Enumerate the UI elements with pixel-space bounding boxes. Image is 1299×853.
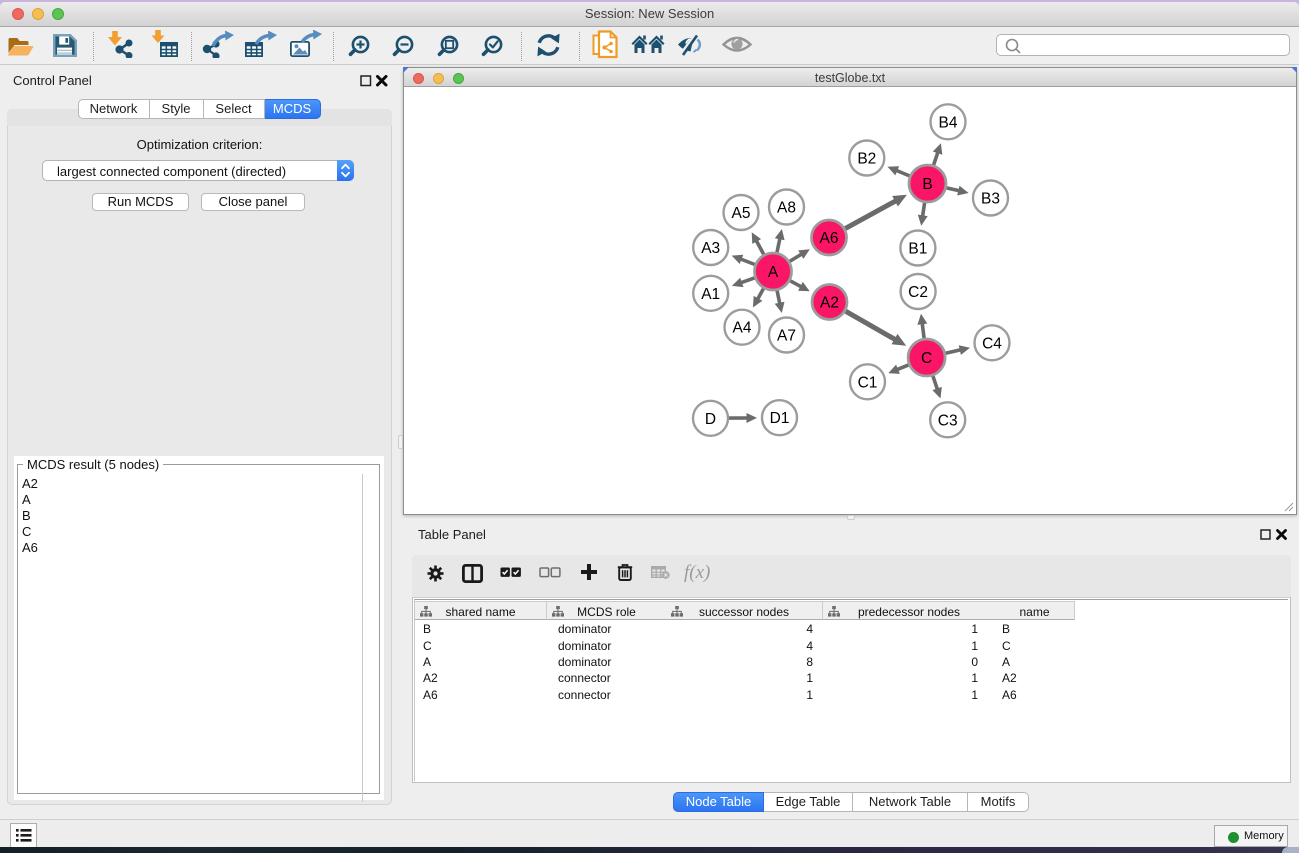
svg-text:A: A — [768, 264, 779, 281]
svg-text:A4: A4 — [733, 320, 752, 337]
svg-text:A8: A8 — [777, 200, 796, 217]
svg-text:C3: C3 — [938, 412, 958, 429]
svg-text:A1: A1 — [701, 286, 720, 303]
svg-text:D: D — [705, 411, 716, 428]
svg-text:A3: A3 — [701, 240, 720, 257]
svg-text:A6: A6 — [820, 230, 839, 247]
svg-text:B1: B1 — [908, 241, 927, 258]
svg-text:A7: A7 — [777, 328, 796, 345]
svg-text:C1: C1 — [858, 374, 878, 391]
svg-text:A5: A5 — [732, 205, 751, 222]
svg-text:C2: C2 — [908, 284, 928, 301]
svg-text:C4: C4 — [982, 335, 1002, 352]
svg-text:B: B — [922, 176, 932, 193]
svg-text:B2: B2 — [857, 151, 876, 168]
svg-text:B3: B3 — [981, 191, 1000, 208]
svg-text:A2: A2 — [820, 295, 839, 312]
svg-text:D1: D1 — [770, 410, 790, 427]
svg-text:C: C — [921, 350, 932, 367]
svg-text:B4: B4 — [939, 114, 958, 131]
